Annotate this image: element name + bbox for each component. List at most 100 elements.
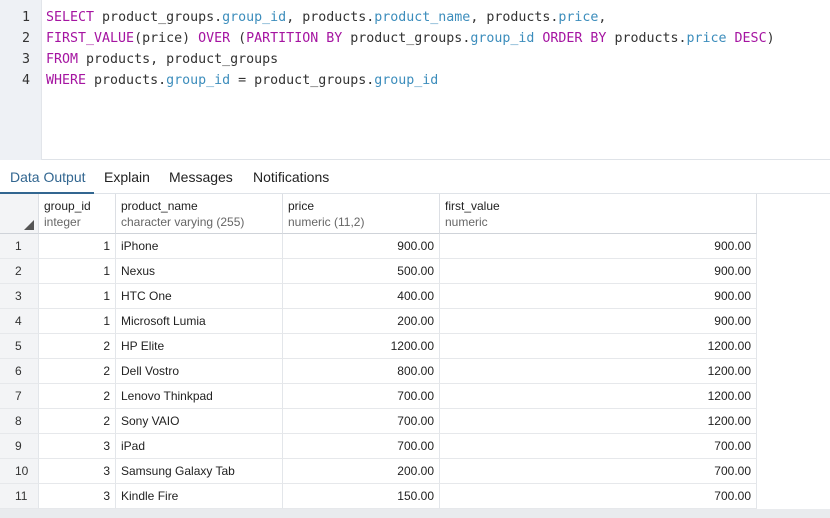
column-header-first-value[interactable]: first_value numeric (440, 194, 757, 234)
table-cell[interactable]: Lenovo Thinkpad (116, 384, 283, 409)
table-cell[interactable]: 1200.00 (283, 334, 440, 359)
sql-keyword: SELECT (46, 10, 95, 25)
table-cell[interactable]: 200.00 (283, 459, 440, 484)
line-number: 3 (21, 52, 30, 67)
table-cell[interactable]: 3 (39, 459, 116, 484)
table-row[interactable]: 10 3 Samsung Galaxy Tab 200.00 700.00 (0, 459, 757, 484)
tab-explain[interactable]: Explain (104, 161, 150, 194)
table-cell[interactable]: 700.00 (283, 409, 440, 434)
column-type: numeric (11,2) (288, 215, 365, 229)
table-cell[interactable]: iPhone (116, 234, 283, 259)
horizontal-scrollbar[interactable] (0, 509, 830, 518)
table-cell[interactable]: 1200.00 (440, 409, 757, 434)
table-cell[interactable]: 900.00 (440, 259, 757, 284)
table-cell[interactable]: Dell Vostro (116, 359, 283, 384)
table-cell[interactable]: HTC One (116, 284, 283, 309)
table-cell[interactable]: 700.00 (283, 384, 440, 409)
table-cell[interactable]: 150.00 (283, 484, 440, 509)
table-cell[interactable]: 800.00 (283, 359, 440, 384)
sql-text: product_groups. (94, 10, 223, 25)
table-cell[interactable]: 1200.00 (440, 359, 757, 384)
table-cell[interactable]: Sony VAIO (116, 409, 283, 434)
column-type: character varying (255) (121, 215, 245, 229)
grid-empty-area (757, 194, 830, 518)
line-number: 1 (21, 10, 30, 25)
table-cell[interactable]: 1200.00 (440, 334, 757, 359)
table-cell[interactable]: 700.00 (440, 484, 757, 509)
table-cell[interactable]: 3 (39, 434, 116, 459)
tab-messages[interactable]: Messages (169, 161, 233, 194)
row-number: 1 (0, 234, 39, 259)
table-row[interactable]: 8 2 Sony VAIO 700.00 1200.00 (0, 409, 757, 434)
sql-text: , (598, 10, 607, 25)
sql-keyword: FROM (46, 52, 79, 67)
table-cell[interactable]: 900.00 (440, 234, 757, 259)
table-cell[interactable]: 500.00 (283, 259, 440, 284)
table-cell[interactable]: HP Elite (116, 334, 283, 359)
table-cell[interactable]: 1 (39, 259, 116, 284)
table-row[interactable]: 3 1 HTC One 400.00 900.00 (0, 284, 757, 309)
tab-notifications[interactable]: Notifications (253, 161, 329, 194)
table-row[interactable]: 11 3 Kindle Fire 150.00 700.00 (0, 484, 757, 509)
select-all-corner[interactable] (0, 194, 39, 234)
table-cell[interactable]: Kindle Fire (116, 484, 283, 509)
sql-keyword: ORDER BY (542, 31, 607, 46)
sql-column-ref: price (686, 31, 727, 46)
row-number: 10 (0, 459, 39, 484)
table-cell[interactable]: Nexus (116, 259, 283, 284)
table-cell[interactable]: 1 (39, 309, 116, 334)
table-cell[interactable]: 200.00 (283, 309, 440, 334)
sql-column-ref: price (558, 10, 599, 25)
data-output-grid: group_id integer product_name character var… (0, 194, 830, 518)
table-cell[interactable]: 900.00 (440, 309, 757, 334)
table-cell[interactable]: 2 (39, 384, 116, 409)
sql-column-ref: group_id (374, 73, 439, 88)
table-cell[interactable]: iPad (116, 434, 283, 459)
column-header-price[interactable]: price numeric (11,2) (283, 194, 440, 234)
table-cell[interactable]: 900.00 (283, 234, 440, 259)
results-tab-bar: Data Output Explain Messages Notifications (0, 161, 830, 194)
sql-text: ) (766, 31, 775, 46)
table-cell[interactable]: 700.00 (440, 459, 757, 484)
table-row[interactable]: 9 3 iPad 700.00 700.00 (0, 434, 757, 459)
table-cell[interactable]: 2 (39, 359, 116, 384)
sql-keyword: FIRST_VALUE (46, 31, 135, 46)
table-cell[interactable]: 1 (39, 234, 116, 259)
table-cell[interactable]: Samsung Galaxy Tab (116, 459, 283, 484)
row-number: 9 (0, 434, 39, 459)
table-cell[interactable]: 2 (39, 409, 116, 434)
row-number: 7 (0, 384, 39, 409)
column-header-group-id[interactable]: group_id integer (39, 194, 116, 234)
table-cell[interactable]: 3 (39, 484, 116, 509)
sql-column-ref: product_name (374, 10, 471, 25)
code-line: SELECT product_groups.group_id, products… (46, 10, 606, 25)
tab-data-output[interactable]: Data Output (0, 161, 94, 194)
table-cell[interactable]: 700.00 (283, 434, 440, 459)
sql-text: (price) (134, 31, 199, 46)
sql-column-ref: group_id (470, 31, 535, 46)
table-cell[interactable]: 1 (39, 284, 116, 309)
column-name: group_id (44, 199, 91, 213)
table-row[interactable]: 4 1 Microsoft Lumia 200.00 900.00 (0, 309, 757, 334)
sql-keyword: WHERE (46, 73, 87, 88)
sql-text: products. (606, 31, 687, 46)
code-line: FIRST_VALUE(price) OVER (PARTITION BY pr… (46, 31, 775, 46)
table-cell[interactable]: 1200.00 (440, 384, 757, 409)
column-header-product-name[interactable]: product_name character varying (255) (116, 194, 283, 234)
table-cell[interactable]: Microsoft Lumia (116, 309, 283, 334)
table-cell[interactable]: 400.00 (283, 284, 440, 309)
code-line: FROM products, product_groups (46, 52, 278, 67)
table-cell[interactable]: 700.00 (440, 434, 757, 459)
sql-column-ref: group_id (166, 73, 231, 88)
sql-editor[interactable]: 1234 SELECT product_groups.group_id, pro… (0, 0, 830, 160)
table-cell[interactable]: 900.00 (440, 284, 757, 309)
table-cell[interactable]: 2 (39, 334, 116, 359)
table-row[interactable]: 6 2 Dell Vostro 800.00 1200.00 (0, 359, 757, 384)
sql-text: = product_groups. (230, 73, 375, 88)
table-row[interactable]: 2 1 Nexus 500.00 900.00 (0, 259, 757, 284)
row-number: 6 (0, 359, 39, 384)
code-line: WHERE products.group_id = product_groups… (46, 73, 438, 88)
table-row[interactable]: 1 1 iPhone 900.00 900.00 (0, 234, 757, 259)
table-row[interactable]: 5 2 HP Elite 1200.00 1200.00 (0, 334, 757, 359)
table-row[interactable]: 7 2 Lenovo Thinkpad 700.00 1200.00 (0, 384, 757, 409)
